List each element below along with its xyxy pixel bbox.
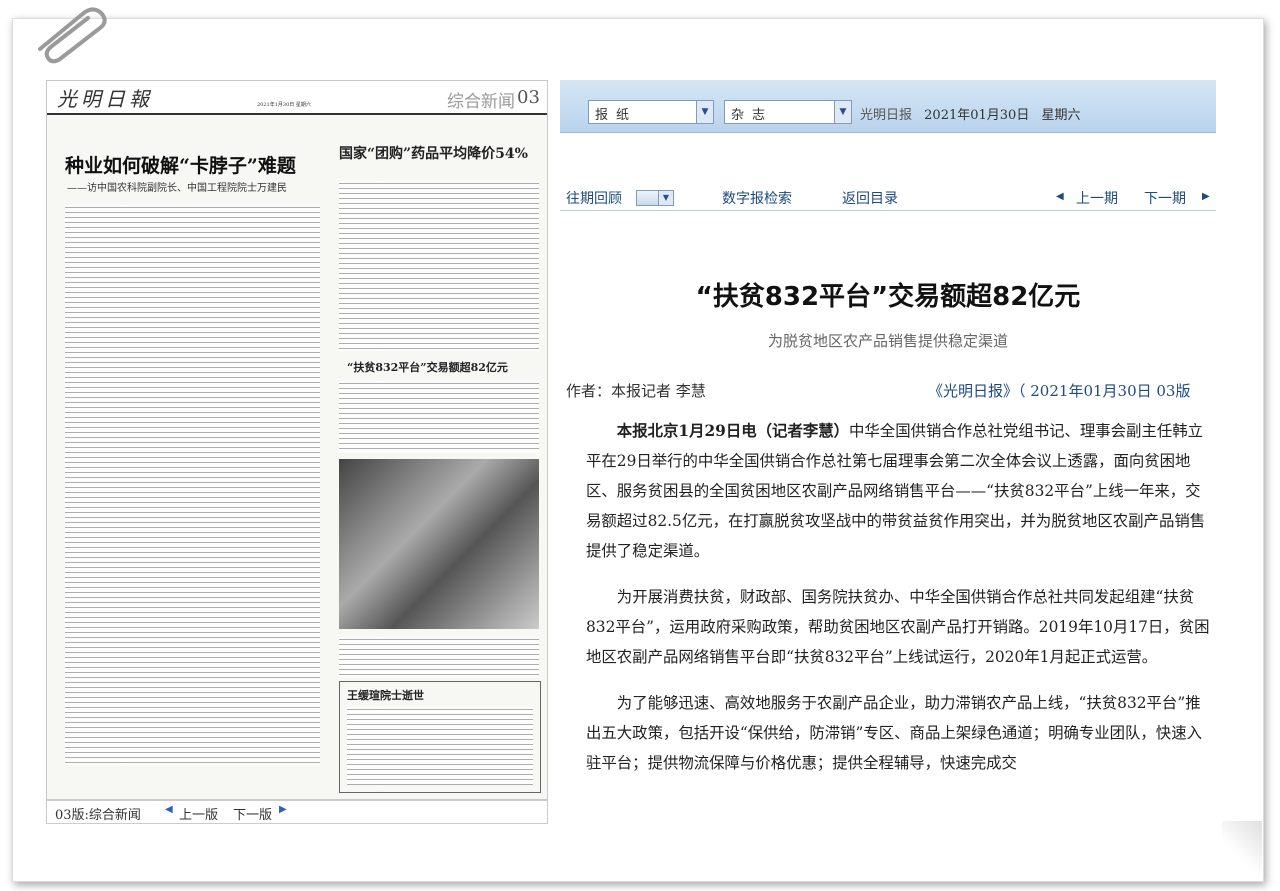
article-subtitle: 为脱贫地区农产品销售提供稳定渠道	[767, 332, 1008, 350]
issue-weekday: 星期六	[1041, 108, 1081, 123]
article-title: “扶贫832平台”交易额超82亿元	[695, 282, 1081, 312]
newspaper-logo: 光明日報	[57, 87, 153, 111]
paper-name: 光明日报	[860, 108, 913, 123]
page-headline-3[interactable]: “扶贫832平台”交易额超82亿元	[347, 359, 508, 375]
archive-link[interactable]: 往期回顾	[566, 188, 622, 208]
page-curl	[1222, 821, 1262, 881]
page-bottom-nav: 03版:综合新闻 ◀ 上一版 下一版 ▶	[46, 800, 548, 824]
top-bar: 报纸 ▼ 杂志 ▼ 光明日报 2021年01月30日 星期六	[560, 80, 1216, 133]
next-issue-link[interactable]: 下一期	[1144, 188, 1186, 208]
paragraph-1-text: 中华全国供销合作总社党组书记、理事会副主任韩立平在29日举行的中华全国供销合作总…	[586, 422, 1206, 560]
article-author: 作者：本报记者 李慧	[566, 382, 706, 400]
lead-dateline: 本报北京1月29日电（记者李慧）	[616, 422, 850, 440]
next-issue-arrow-icon[interactable]: ▶	[1202, 191, 1210, 202]
issue-navbar: 往期回顾 ▼ 数字报检索 返回目录 ◀ 上一期 下一期 ▶	[560, 184, 1216, 211]
magazine-select[interactable]: 杂志 ▼	[724, 100, 852, 124]
next-page-arrow-icon[interactable]: ▶	[279, 804, 287, 815]
next-page-link[interactable]: 下一版	[233, 804, 272, 823]
prev-page-link[interactable]: 上一版	[179, 804, 218, 823]
page-subline: ——访中国农科院副院长、中国工程院院士万建民	[67, 183, 287, 194]
paragraph-3: 为了能够迅速、高效地服务于农副产品企业，助力滞销农产品上线，“扶贫832平台”推…	[586, 694, 1202, 772]
article-body: 本报北京1月29日电（记者李慧）中华全国供销合作总社党组书记、理事会副主任韩立平…	[586, 416, 1212, 794]
prev-page-arrow-icon[interactable]: ◀	[165, 804, 173, 815]
issue-date: 2021年01月30日	[924, 108, 1030, 123]
magazine-select-value: 杂志	[731, 108, 774, 123]
chevron-down-icon[interactable]: ▼	[696, 101, 713, 123]
page-photo	[339, 459, 539, 629]
paragraph-2: 为开展消费扶贫，财政部、国务院扶贫办、中华全国供销合作总社共同发起组建“扶贫83…	[586, 588, 1210, 666]
page-date: 2021年1月30日 星期六	[257, 102, 311, 108]
page-headline-2[interactable]: 国家“团购”药品平均降价54%	[339, 143, 528, 163]
chevron-down-icon[interactable]: ▼	[834, 101, 851, 123]
prev-issue-arrow-icon[interactable]: ◀	[1056, 191, 1064, 202]
newspaper-select[interactable]: 报纸 ▼	[588, 100, 714, 124]
newspaper-page-image[interactable]: 光明日報 2021年1月30日 星期六 综合新闻 03 种业如何破解“卡脖子”难…	[46, 80, 548, 800]
page-headline-4[interactable]: 王缓瑄院士逝世	[347, 687, 424, 703]
back-to-contents-link[interactable]: 返回目录	[842, 188, 898, 208]
digital-search-link[interactable]: 数字报检索	[722, 188, 792, 208]
calendar-icon[interactable]	[636, 190, 660, 206]
page-text-block-right-top[interactable]	[339, 181, 539, 351]
article-source: 《光明日报》（ 2021年01月30日 03版	[928, 382, 1191, 400]
page-masthead: 光明日報 2021年1月30日 星期六 综合新闻 03	[47, 81, 547, 115]
page-number: 03	[517, 87, 540, 108]
newspaper-select-value: 报纸	[595, 108, 638, 123]
issue-info: 光明日报 2021年01月30日 星期六	[860, 104, 1080, 123]
paragraph-1: 本报北京1月29日电（记者李慧）中华全国供销合作总社党组书记、理事会副主任韩立平…	[586, 416, 1212, 566]
page-text-block-bottom[interactable]	[347, 707, 533, 785]
paperclip-icon	[38, 7, 107, 64]
page-text-block-right-mid[interactable]	[339, 381, 539, 453]
prev-issue-link[interactable]: 上一期	[1076, 188, 1118, 208]
page-headline[interactable]: 种业如何破解“卡脖子”难题	[65, 151, 296, 178]
page-text-block-left[interactable]	[65, 205, 320, 765]
current-section-label: 03版:综合新闻	[55, 808, 141, 823]
page-section: 综合新闻	[447, 92, 515, 112]
chevron-down-icon[interactable]: ▼	[658, 190, 674, 206]
page-caption	[339, 637, 539, 677]
